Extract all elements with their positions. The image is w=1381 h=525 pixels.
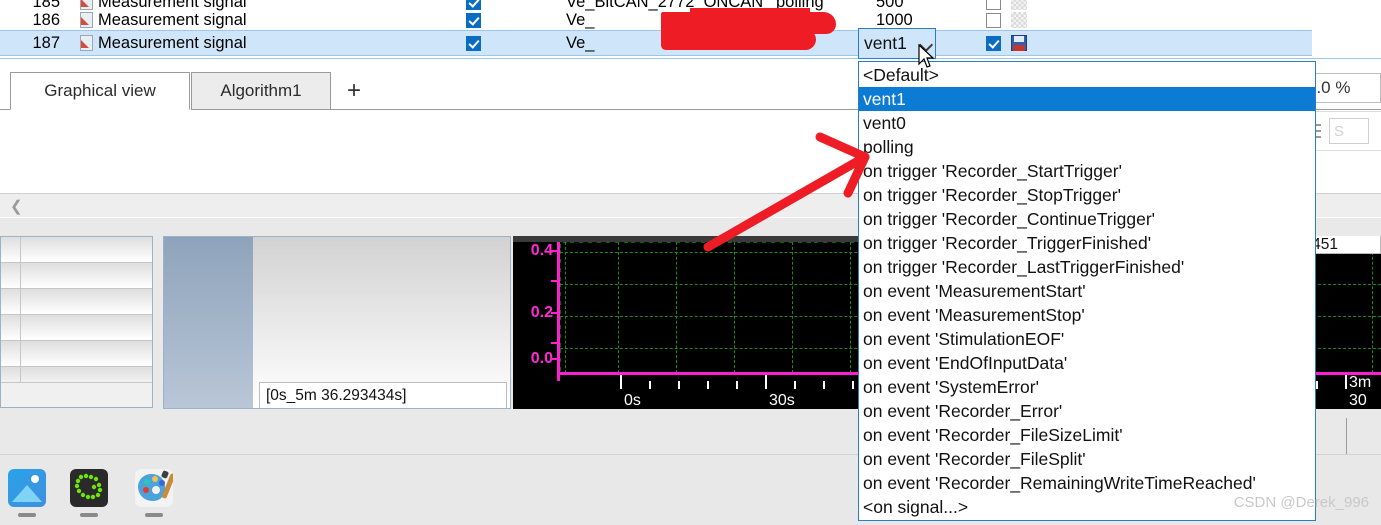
save-placeholder-icon xyxy=(1011,12,1027,28)
taskbar-running-dot xyxy=(145,513,163,517)
taskbar-running-dot xyxy=(80,513,98,517)
photos-icon[interactable] xyxy=(8,469,46,507)
mouse-cursor xyxy=(918,44,935,68)
y-tick-label: 0.4 xyxy=(530,242,553,259)
x-tick-label: 3m 30 xyxy=(1349,374,1372,409)
row-rate: 1000 xyxy=(876,10,913,29)
dropdown-option[interactable]: on event 'StimulationEOF' xyxy=(859,327,1315,351)
signal-table[interactable]: 185 Measurement signal Ve_BitCAN_2772_ON… xyxy=(0,0,1381,57)
save-icon[interactable] xyxy=(1011,35,1027,51)
dropdown-option[interactable]: on trigger 'Recorder_TriggerFinished' xyxy=(859,231,1315,255)
tab-graphical-view[interactable]: Graphical view xyxy=(10,72,190,110)
row-number: 186 xyxy=(32,10,60,29)
x-tick-label: 0s xyxy=(624,392,641,409)
dropdown-option[interactable]: on event 'Recorder_FileSizeLimit' xyxy=(859,423,1315,447)
dropdown-option[interactable]: on event 'MeasurementStop' xyxy=(859,303,1315,327)
dropdown-option[interactable]: on event 'Recorder_RemainingWriteTimeRea… xyxy=(859,471,1315,495)
dropdown-option[interactable]: on event 'MeasurementStart' xyxy=(859,279,1315,303)
mode-combobox-value: vent1 xyxy=(864,33,907,53)
row-number: 187 xyxy=(32,33,60,52)
dropdown-option[interactable]: on trigger 'Recorder_StartTrigger' xyxy=(859,159,1315,183)
chevron-left-icon[interactable]: ❮ xyxy=(10,197,23,215)
dropdown-option[interactable]: polling xyxy=(859,135,1315,159)
panel-divider xyxy=(1346,418,1347,456)
time-range-label: [0s_5m 36.293434s] xyxy=(259,382,507,408)
panel-gradient-bar xyxy=(164,237,253,408)
row-save-cell[interactable] xyxy=(986,12,1106,28)
y-tick-label: 0.0 xyxy=(530,350,553,367)
dropdown-option[interactable]: on event 'EndOfInputData' xyxy=(859,351,1315,375)
measurement-signal-icon xyxy=(72,35,98,51)
left-data-grid[interactable] xyxy=(0,236,153,408)
mode-dropdown-list[interactable]: <Default> vent1 vent0 polling on trigger 'Re… xyxy=(858,61,1316,521)
paint-icon[interactable] xyxy=(135,469,173,507)
row-save-checkbox[interactable] xyxy=(986,35,1001,51)
row-name: Measurement signal xyxy=(98,10,247,29)
dropdown-option[interactable]: on event 'Recorder_Error' xyxy=(859,399,1315,423)
redaction-mark xyxy=(661,30,816,50)
dropdown-option[interactable]: on trigger 'Recorder_LastTriggerFinished… xyxy=(859,255,1315,279)
redaction-mark xyxy=(690,8,810,22)
add-tab-button[interactable]: + xyxy=(332,72,376,110)
watermark: CSDN @Derek_996 xyxy=(1233,494,1369,511)
x-tick-label: 30s xyxy=(769,392,795,409)
y-axis: 0.4 0.2 0.0 xyxy=(513,236,560,409)
dropdown-option[interactable]: vent1 xyxy=(859,87,1315,111)
row-enable-checkbox[interactable] xyxy=(458,12,566,28)
taskbar-running-dot xyxy=(18,513,36,517)
measurement-signal-icon xyxy=(72,12,98,28)
row-save-cell[interactable] xyxy=(986,35,1106,51)
row-save-checkbox[interactable] xyxy=(986,12,1001,28)
table-row-selected[interactable]: 187 Measurement signal Ve_ xyxy=(0,30,1312,56)
row-enable-checkbox[interactable] xyxy=(458,35,566,51)
tab-algorithm1[interactable]: Algorithm1 xyxy=(191,72,331,110)
dropdown-option[interactable]: on trigger 'Recorder_ContinueTrigger' xyxy=(859,207,1315,231)
row-name: Measurement signal xyxy=(98,33,247,52)
dropdown-option[interactable]: on event 'Recorder_FileSplit' xyxy=(859,447,1315,471)
dropdown-option[interactable]: vent0 xyxy=(859,111,1315,135)
dropdown-option[interactable]: on event 'SystemError' xyxy=(859,375,1315,399)
dropdown-option[interactable]: on trigger 'Recorder_StopTrigger' xyxy=(859,183,1315,207)
y-tick-label: 0.2 xyxy=(530,304,553,321)
pattern-app-icon[interactable] xyxy=(70,469,108,507)
signal-list-panel[interactable]: [0s_5m 36.293434s] xyxy=(163,236,511,409)
search-input[interactable]: S xyxy=(1329,118,1369,144)
